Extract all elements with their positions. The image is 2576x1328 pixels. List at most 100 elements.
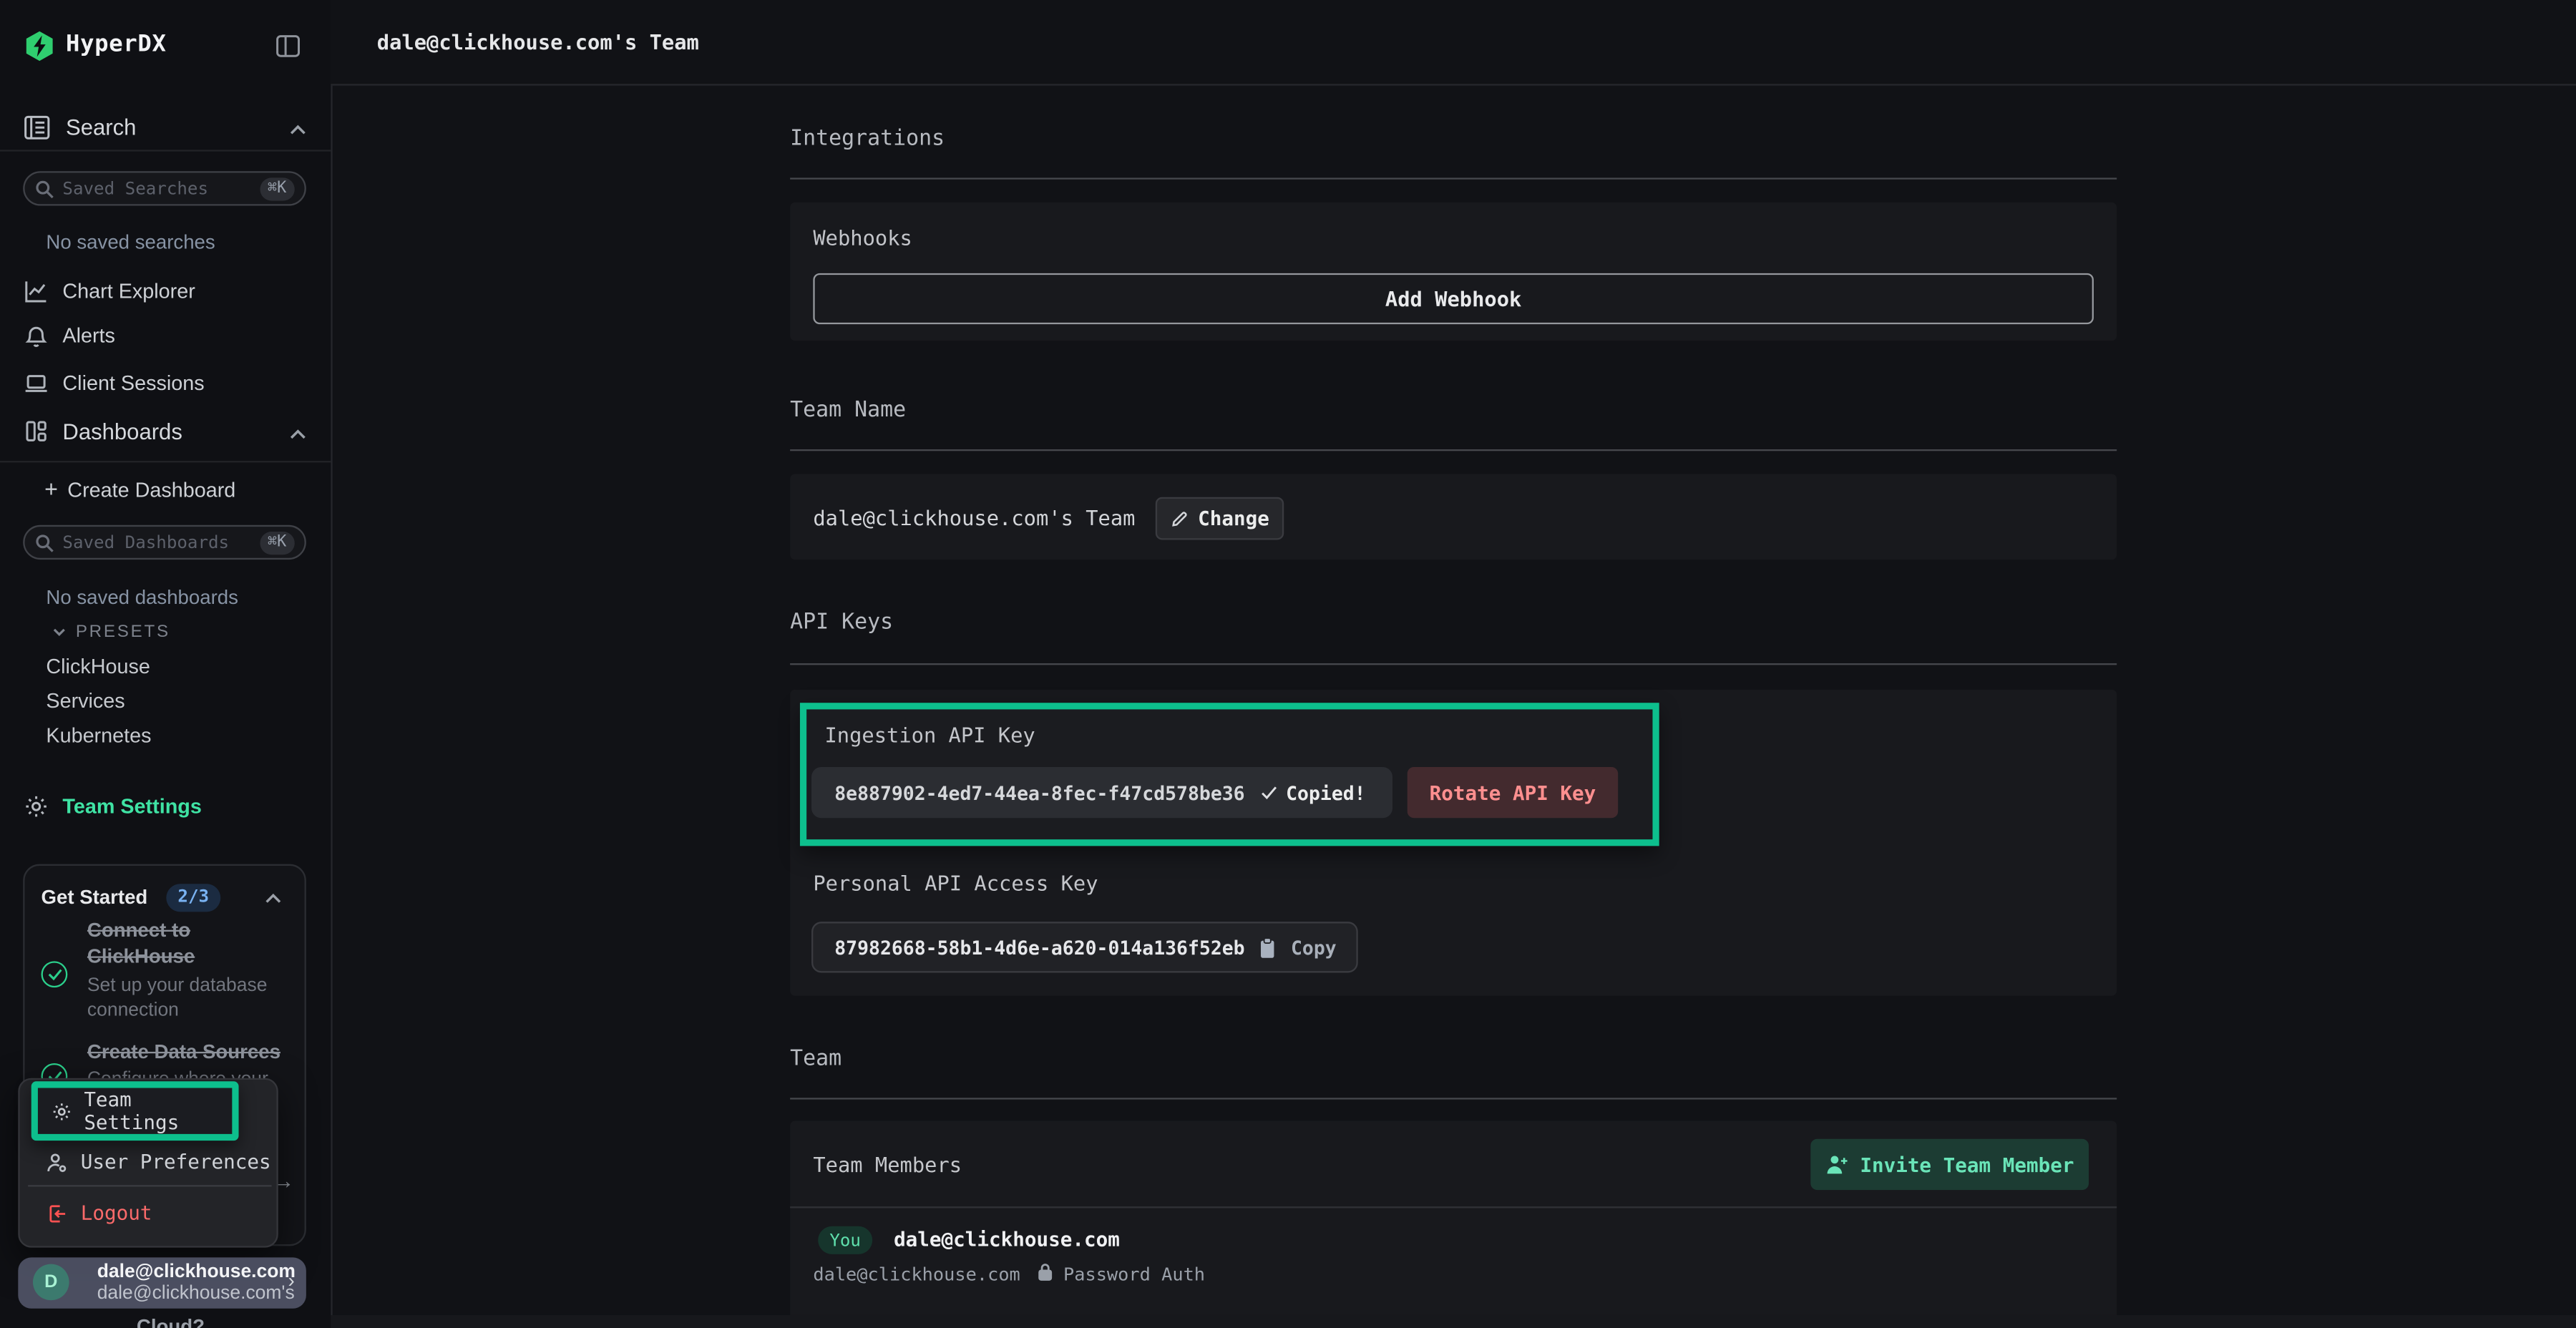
section-title-team-name: Team Name	[790, 399, 906, 424]
section-title-api-keys: API Keys	[790, 610, 893, 635]
dashboards-collapse-chevron-icon[interactable]	[288, 428, 308, 441]
section-divider	[790, 449, 2117, 451]
user-account-chip[interactable]: D dale@clickhouse.com dale@clickhouse.co…	[18, 1257, 306, 1308]
ingestion-api-key-value[interactable]: 8e887902-4ed7-44ea-8fec-f47cd578be36 Cop…	[811, 767, 1392, 818]
chevron-right-icon: ›	[288, 1269, 295, 1292]
sidebar-divider	[0, 150, 331, 151]
no-saved-searches-text: No saved searches	[46, 230, 215, 253]
sidebar-section-dashboards[interactable]: Dashboards	[62, 420, 182, 445]
collapse-sidebar-icon[interactable]	[275, 33, 301, 59]
shortcut-badge: ⌘K	[259, 531, 294, 554]
create-dashboard-button[interactable]: Create Dashboard	[67, 479, 235, 502]
search-icon	[34, 179, 54, 199]
copy-button[interactable]: Copy	[1291, 936, 1337, 959]
alerts-bell-icon	[23, 323, 49, 349]
get-started-progress-badge: 2/3	[166, 884, 220, 912]
webhooks-label: Webhooks	[813, 225, 912, 250]
plus-icon: +	[44, 476, 58, 502]
sidebar-item-team-settings[interactable]: Team Settings	[62, 795, 201, 818]
user-gear-icon	[46, 1151, 67, 1173]
clipboard-icon	[1258, 936, 1278, 959]
sidebar-divider	[0, 461, 331, 462]
logout-icon	[46, 1202, 67, 1224]
team-members-label: Team Members	[813, 1152, 962, 1177]
check-icon	[1262, 785, 1278, 800]
member-auth-method: Password Auth	[1063, 1264, 1205, 1286]
person-plus-icon	[1825, 1154, 1848, 1176]
team-name-card: dale@clickhouse.com's Team Change	[790, 474, 2117, 560]
user-team-name: dale@clickhouse.com's	[97, 1284, 295, 1304]
sidebar-section-search[interactable]: Search	[66, 115, 136, 140]
section-title-integrations: Integrations	[790, 127, 945, 152]
pencil-icon	[1170, 509, 1188, 527]
clipped-bottom-text: Cloud?	[137, 1315, 205, 1328]
gear-icon	[23, 794, 49, 820]
copied-label: Copied!	[1286, 781, 1365, 804]
menu-item-user-preferences[interactable]: User Preferences	[46, 1151, 270, 1173]
personal-key-text: 87982668-58b1-4d6e-a620-014a136f52eb	[834, 936, 1244, 959]
brand-name: HyperDX	[66, 31, 167, 58]
invite-team-member-button[interactable]: Invite Team Member	[1810, 1139, 2089, 1190]
section-divider	[790, 1098, 2117, 1099]
presets-chevron-down-icon[interactable]	[51, 625, 67, 638]
saved-searches-field[interactable]	[54, 179, 259, 199]
menu-item-label: Team Settings	[84, 1088, 232, 1133]
menu-item-team-settings[interactable]: Team Settings	[31, 1081, 239, 1141]
menu-divider	[28, 1185, 271, 1186]
client-sessions-laptop-icon	[23, 371, 49, 397]
account-popup-menu: Team Settings User Preferences Logout	[18, 1078, 278, 1248]
sidebar-item-client-sessions[interactable]: Client Sessions	[62, 372, 204, 395]
page-title: dale@clickhouse.com's Team	[377, 0, 699, 84]
section-divider	[790, 663, 2117, 665]
presets-header[interactable]: PRESETS	[76, 622, 170, 643]
section-title-team: Team	[790, 1047, 841, 1072]
chart-explorer-icon	[23, 278, 49, 305]
sidebar: HyperDX Search ⌘K No saved searches Char…	[0, 0, 333, 1328]
menu-item-logout[interactable]: Logout	[46, 1201, 152, 1224]
you-badge: You	[818, 1226, 872, 1254]
rotate-api-key-button[interactable]: Rotate API Key	[1407, 767, 1618, 818]
sidebar-item-alerts[interactable]: Alerts	[62, 324, 115, 347]
card-divider	[790, 1206, 2117, 1208]
saved-dashboards-input[interactable]: ⌘K	[23, 525, 306, 560]
app-window: HyperDX Search ⌘K No saved searches Char…	[0, 0, 2576, 1328]
page-header: dale@clickhouse.com's Team	[331, 0, 2576, 86]
preset-services[interactable]: Services	[46, 690, 125, 713]
preset-kubernetes[interactable]: Kubernetes	[46, 724, 151, 747]
personal-api-key-value[interactable]: 87982668-58b1-4d6e-a620-014a136f52eb Cop…	[811, 922, 1358, 972]
gear-icon	[51, 1100, 72, 1122]
webhooks-card: Webhooks Add Webhook	[790, 202, 2117, 341]
shortcut-badge: ⌘K	[259, 177, 294, 200]
saved-searches-input[interactable]: ⌘K	[23, 171, 306, 205]
change-team-name-button[interactable]: Change	[1156, 497, 1284, 540]
get-started-item-1[interactable]: Connect to ClickHouse	[87, 917, 288, 970]
preset-clickhouse[interactable]: ClickHouse	[46, 655, 150, 678]
copied-indicator: Copied!	[1262, 781, 1366, 804]
ingestion-key-text: 8e887902-4ed7-44ea-8fec-f47cd578be36	[834, 781, 1244, 804]
get-started-item-1-subtitle: Set up your database connection	[87, 975, 298, 1024]
menu-item-label: Logout	[81, 1201, 152, 1224]
saved-dashboards-field[interactable]	[54, 532, 259, 552]
member-email: dale@clickhouse.com	[813, 1264, 1020, 1286]
invite-label: Invite Team Member	[1860, 1153, 2074, 1176]
member-name: dale@clickhouse.com	[894, 1228, 1120, 1251]
search-icon	[34, 532, 54, 552]
dashboards-icon	[23, 418, 49, 444]
get-started-collapse-chevron-icon[interactable]	[263, 892, 283, 905]
search-section-icon	[23, 114, 51, 142]
bottom-band	[331, 1315, 2576, 1328]
no-saved-dashboards-text: No saved dashboards	[46, 586, 238, 609]
search-collapse-chevron-icon[interactable]	[288, 124, 308, 137]
sidebar-item-chart-explorer[interactable]: Chart Explorer	[62, 280, 195, 303]
lock-icon	[1037, 1262, 1053, 1282]
hyperdx-logo-icon	[23, 29, 56, 62]
personal-api-key-label: Personal API Access Key	[813, 871, 1098, 896]
ingestion-api-key-label: Ingestion API Key	[824, 723, 1035, 748]
get-started-title: Get Started	[42, 886, 148, 909]
team-name-value: dale@clickhouse.com's Team	[813, 505, 1135, 530]
check-circle-icon	[42, 961, 68, 987]
add-webhook-button[interactable]: Add Webhook	[813, 273, 2094, 324]
user-email: dale@clickhouse.com	[97, 1262, 296, 1282]
get-started-item-2[interactable]: Create Data Sources	[87, 1038, 280, 1065]
section-divider	[790, 177, 2117, 179]
